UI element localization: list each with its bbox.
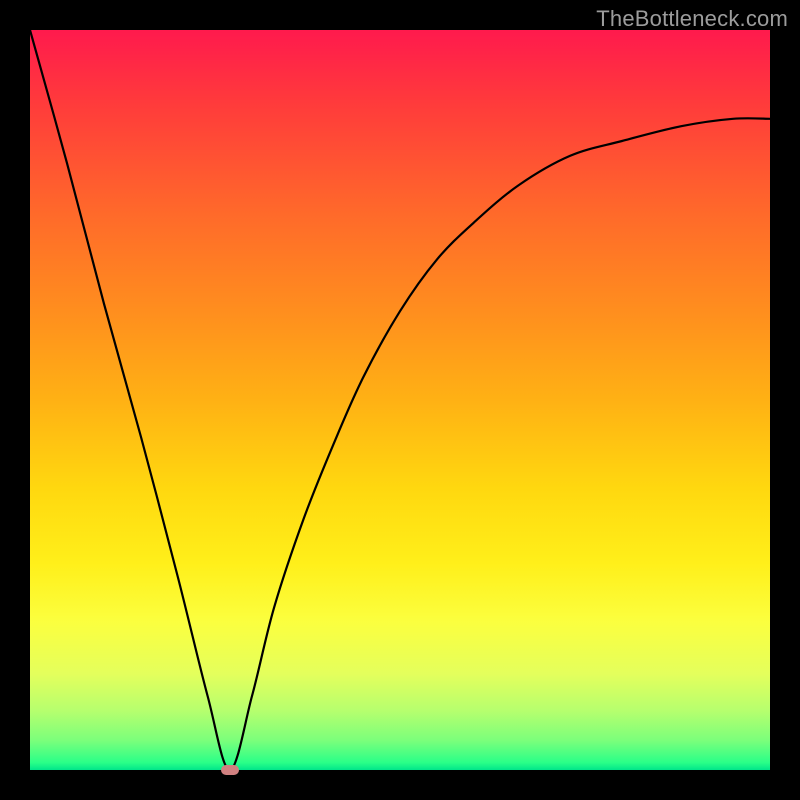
watermark-text: TheBottleneck.com [596, 6, 788, 32]
chart-frame: TheBottleneck.com [0, 0, 800, 800]
curve-svg [30, 30, 770, 770]
bottleneck-curve [30, 30, 770, 770]
plot-area [30, 30, 770, 770]
minimum-marker [221, 765, 239, 775]
